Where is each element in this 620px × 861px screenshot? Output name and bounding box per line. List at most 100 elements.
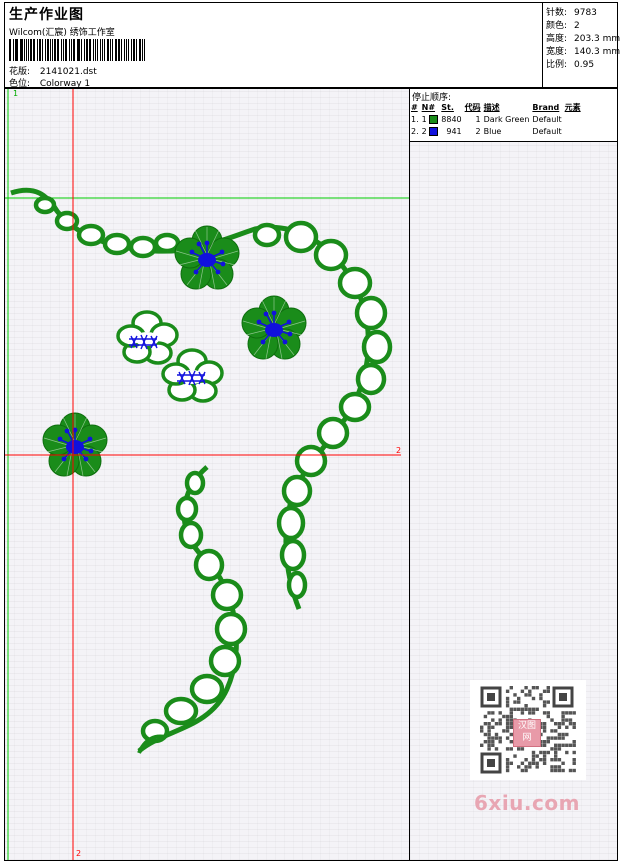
table-row[interactable]: 2. 2 941 2 Blue Default xyxy=(411,125,584,137)
qr-module xyxy=(531,686,536,690)
qr-module xyxy=(542,729,547,733)
qr-module xyxy=(498,736,502,740)
qr-module xyxy=(528,693,532,697)
qr-module xyxy=(557,722,562,726)
row-brand: Default xyxy=(532,126,562,136)
qr-module xyxy=(554,754,558,758)
qr-module xyxy=(531,707,536,711)
barcode-bar xyxy=(14,39,16,61)
qr-module xyxy=(524,707,528,711)
stop-sequence-box: 停止顺序: # N# St. 代码 描述 Brand 元素 1. 1 8840 xyxy=(410,89,617,142)
qr-module xyxy=(561,768,565,773)
barcode-bar xyxy=(30,39,33,61)
qr-module xyxy=(513,700,517,704)
qr-module xyxy=(531,754,536,758)
barcode-bar xyxy=(54,39,57,61)
qr-module xyxy=(572,725,576,729)
qr-module xyxy=(498,740,502,744)
qr-module xyxy=(542,725,547,729)
qr-module xyxy=(546,689,550,693)
barcode-bar xyxy=(99,39,102,61)
qr-module xyxy=(505,736,510,740)
column-header: 代码 xyxy=(464,102,481,112)
page-title: 生产作业图 xyxy=(9,7,84,23)
qr-module xyxy=(565,743,569,747)
watermark-stamp: 汉图网 xyxy=(513,719,541,747)
qr-module xyxy=(505,758,510,762)
qr-module xyxy=(524,704,528,708)
barcode-bar xyxy=(70,39,72,61)
qr-module xyxy=(557,732,562,737)
barcode-bar xyxy=(102,39,104,61)
barcode-bar xyxy=(111,39,113,61)
qr-module xyxy=(487,722,491,726)
barcode-bar xyxy=(96,39,98,61)
qr-module xyxy=(572,722,576,726)
qr-module xyxy=(568,711,573,715)
qr-module xyxy=(480,743,484,747)
barcode-bar xyxy=(64,39,68,61)
qr-module xyxy=(531,696,536,701)
barcode-bar xyxy=(118,39,120,61)
qr-module xyxy=(491,711,495,715)
qr-module xyxy=(505,747,510,751)
qr-module xyxy=(550,765,554,769)
qr-module xyxy=(572,758,576,762)
qr-module xyxy=(542,750,547,755)
qr-module xyxy=(554,736,558,740)
qr-module xyxy=(531,758,536,762)
stat-value: 0.95 xyxy=(574,60,595,70)
barcode-bar xyxy=(42,39,44,61)
qr-module xyxy=(550,758,554,762)
qr-module xyxy=(535,754,539,758)
qr-module xyxy=(550,718,554,722)
table-row[interactable]: 1. 1 8840 1 Dark Green Default xyxy=(411,113,584,125)
qr-module xyxy=(520,761,525,765)
qr-module xyxy=(483,722,488,726)
qr-module xyxy=(528,765,532,769)
qr-module xyxy=(487,711,491,715)
qr-module xyxy=(524,693,528,697)
barcode-bar xyxy=(28,39,30,61)
qr-module xyxy=(546,714,550,719)
barcode-bar xyxy=(72,39,75,61)
qr-module xyxy=(554,743,558,747)
barcode-bar xyxy=(85,39,88,61)
watermark-text: 6xiu.com xyxy=(474,791,580,815)
qr-module xyxy=(535,707,539,711)
qr-module xyxy=(505,718,510,722)
qr-module xyxy=(524,765,528,769)
qr-module xyxy=(491,725,495,729)
qr-module xyxy=(554,747,558,751)
qr-module xyxy=(531,750,536,755)
qr-module xyxy=(505,689,510,693)
row-stitches: 8840 xyxy=(441,114,462,124)
qr-module xyxy=(565,718,569,722)
needle-number: 1 xyxy=(421,114,427,124)
barcode-bar xyxy=(107,39,109,61)
stat-value: 9783 xyxy=(574,8,597,18)
barcode-bar xyxy=(23,39,25,61)
stat-label: 宽度: xyxy=(546,47,568,57)
row-code: 1 xyxy=(475,114,481,124)
qr-module xyxy=(494,722,499,726)
stat-label: 比例: xyxy=(546,60,568,70)
barcode-bar xyxy=(69,39,70,61)
row-brand: Default xyxy=(532,114,562,124)
qr-module xyxy=(568,718,573,722)
qr-module xyxy=(487,729,491,733)
qr-module xyxy=(535,686,539,690)
barcode-bar xyxy=(142,39,144,61)
qr-module xyxy=(557,725,562,729)
stop-sequence-table: # N# St. 代码 描述 Brand 元素 1. 1 8840 1 Dark… xyxy=(411,101,584,137)
design-canvas[interactable]: 1 2 2 xyxy=(4,88,410,861)
qr-module xyxy=(505,765,510,769)
stat-height: 高度: 203.3 mm xyxy=(546,31,620,44)
qr-module xyxy=(546,686,550,690)
row-description: Dark Green xyxy=(483,114,530,124)
qr-module xyxy=(494,747,499,751)
qr-module xyxy=(498,711,502,715)
barcode-bar xyxy=(94,39,96,61)
header-panel: 生产作业图 Wilcom(汇宸) 绣饰工作室 花版: 2141021.dst 色… xyxy=(4,2,543,89)
qr-module xyxy=(513,754,517,758)
